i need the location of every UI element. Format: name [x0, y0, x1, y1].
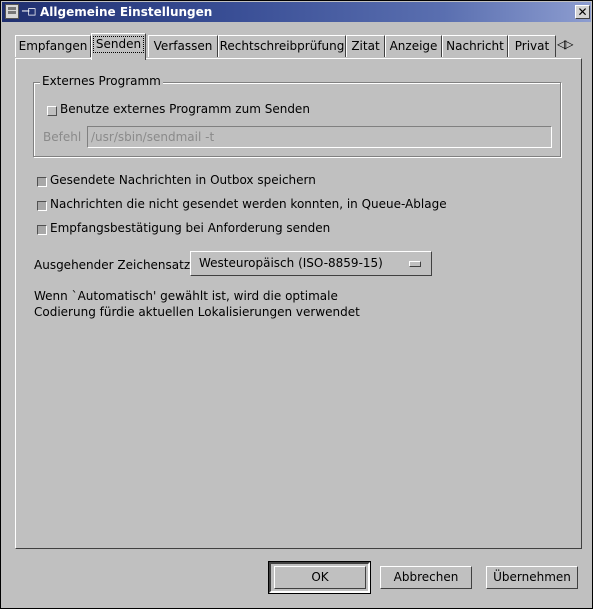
- outgoing-charset-select[interactable]: Westeuropäisch (ISO-8859-15): [190, 251, 432, 276]
- tab-anzeige[interactable]: Anzeige: [385, 35, 442, 57]
- tab-privat[interactable]: Privat: [508, 35, 556, 57]
- window-menu-icon[interactable]: [5, 4, 19, 19]
- dropdown-indicator-icon: [409, 261, 421, 267]
- tab-rechtschreibpruefung[interactable]: Rechtschreibprüfung: [218, 35, 346, 57]
- save-sent-in-outbox-label[interactable]: Gesendete Nachrichten in Outbox speicher…: [50, 173, 316, 187]
- title-bar[interactable]: ─□ Allgemeine Einstellungen ✕: [2, 2, 591, 22]
- tab-label: Privat: [514, 39, 550, 53]
- tab-label: Verfassen: [153, 39, 213, 53]
- tab-label: Anzeige: [389, 39, 438, 53]
- ok-button[interactable]: OK: [274, 566, 366, 589]
- send-read-receipt-label[interactable]: Empfangsbestätigung bei Anforderung send…: [50, 221, 330, 235]
- failed-to-queue-checkbox[interactable]: [37, 201, 47, 211]
- command-input[interactable]: /usr/sbin/sendmail -t: [87, 126, 552, 148]
- tab-label: Empfangen: [18, 39, 88, 53]
- failed-to-queue-label[interactable]: Nachrichten die nicht gesendet werden ko…: [50, 197, 447, 211]
- tab-nachricht[interactable]: Nachricht: [442, 35, 508, 57]
- tab-label: Senden: [92, 36, 145, 53]
- outgoing-charset-value: Westeuropäisch (ISO-8859-15): [199, 256, 383, 270]
- outgoing-charset-label: Ausgehender Zeichensatz: [34, 258, 191, 272]
- apply-button[interactable]: Übernehmen: [486, 566, 578, 589]
- tab-verfassen[interactable]: Verfassen: [148, 35, 218, 57]
- close-icon[interactable]: ✕: [575, 5, 590, 19]
- send-read-receipt-checkbox[interactable]: [37, 225, 47, 235]
- cancel-button[interactable]: Abbrechen: [380, 566, 472, 589]
- tab-senden[interactable]: Senden: [91, 33, 146, 60]
- info-text-line-1: Wenn `Automatisch' gewählt ist, wird die…: [34, 289, 338, 303]
- tab-label: Nachricht: [446, 39, 504, 53]
- settings-dialog: ─□ Allgemeine Einstellungen ✕ Empfangen …: [0, 0, 593, 609]
- save-sent-in-outbox-checkbox[interactable]: [37, 177, 47, 187]
- use-external-program-label[interactable]: Benutze externes Programm zum Senden: [60, 102, 310, 116]
- use-external-program-checkbox[interactable]: [47, 106, 57, 116]
- tab-label: Rechtschreibprüfung: [219, 39, 345, 53]
- window-title: Allgemeine Einstellungen: [40, 5, 213, 19]
- tab-label: Zitat: [351, 39, 380, 53]
- info-text-line-2: Codierung fürdie aktuellen Lokalisierung…: [34, 305, 360, 319]
- pin-icon[interactable]: ─□: [22, 4, 35, 18]
- tab-empfangen[interactable]: Empfangen: [15, 35, 91, 57]
- tab-zitat[interactable]: Zitat: [346, 35, 385, 57]
- external-program-group-title: Externes Programm: [40, 74, 163, 88]
- command-label: Befehl: [43, 130, 82, 144]
- tab-scroll-arrows-icon[interactable]: ◁▷: [557, 37, 574, 51]
